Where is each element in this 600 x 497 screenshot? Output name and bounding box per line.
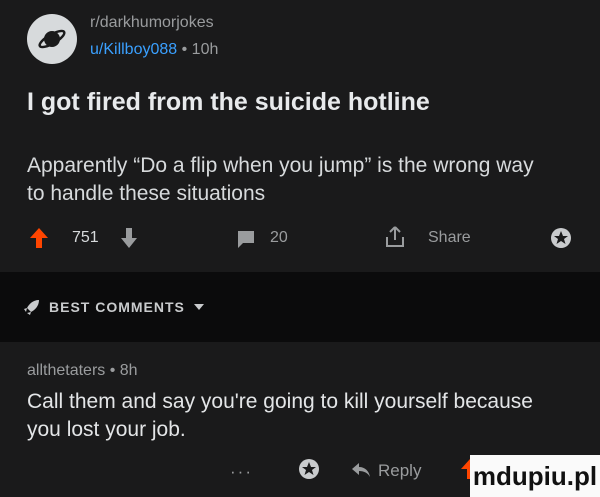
share-label[interactable]: Share bbox=[428, 229, 471, 247]
post-action-bar: 751 20 Share bbox=[0, 225, 600, 255]
upvote-icon[interactable] bbox=[29, 227, 49, 249]
meta-separator: • bbox=[177, 41, 192, 58]
reply-button[interactable]: Reply bbox=[378, 461, 421, 481]
sort-dropdown[interactable]: BEST COMMENTS bbox=[23, 298, 205, 316]
downvote-icon[interactable] bbox=[120, 227, 138, 249]
post-title[interactable]: I got fired from the suicide hotline bbox=[27, 88, 430, 117]
more-options-button[interactable]: ··· bbox=[230, 462, 253, 482]
post-time: 10h bbox=[191, 41, 219, 58]
sort-label: BEST COMMENTS bbox=[49, 299, 185, 315]
planet-icon bbox=[38, 29, 66, 49]
post-card: r/darkhumorjokes u/Killboy088 • 10h I go… bbox=[0, 0, 600, 272]
comment-author[interactable]: allthetaters bbox=[27, 362, 105, 379]
comment-text: Call them and say you're going to kill y… bbox=[27, 390, 533, 441]
subreddit-name[interactable]: r/darkhumorjokes bbox=[90, 14, 214, 32]
meta-separator: • bbox=[105, 362, 120, 379]
post-username[interactable]: u/Killboy088 bbox=[90, 41, 177, 58]
comment-icon[interactable] bbox=[236, 229, 256, 249]
rocket-icon bbox=[24, 300, 39, 315]
subreddit-avatar[interactable] bbox=[27, 14, 77, 64]
reply-icon[interactable] bbox=[350, 460, 372, 480]
comment-count[interactable]: 20 bbox=[270, 229, 288, 247]
watermark: mdupiu.pl bbox=[470, 455, 600, 497]
award-icon[interactable] bbox=[550, 227, 572, 249]
comment-meta: allthetaters • 8h bbox=[27, 362, 138, 380]
post-body: Apparently “Do a flip when you jump” is … bbox=[27, 154, 534, 205]
share-icon[interactable] bbox=[384, 225, 406, 249]
score-count: 751 bbox=[72, 229, 99, 246]
caret-down-icon bbox=[193, 304, 204, 310]
post-meta: u/Killboy088 • 10h bbox=[90, 41, 218, 59]
comment-time: 8h bbox=[119, 362, 138, 379]
award-icon[interactable] bbox=[298, 458, 320, 480]
